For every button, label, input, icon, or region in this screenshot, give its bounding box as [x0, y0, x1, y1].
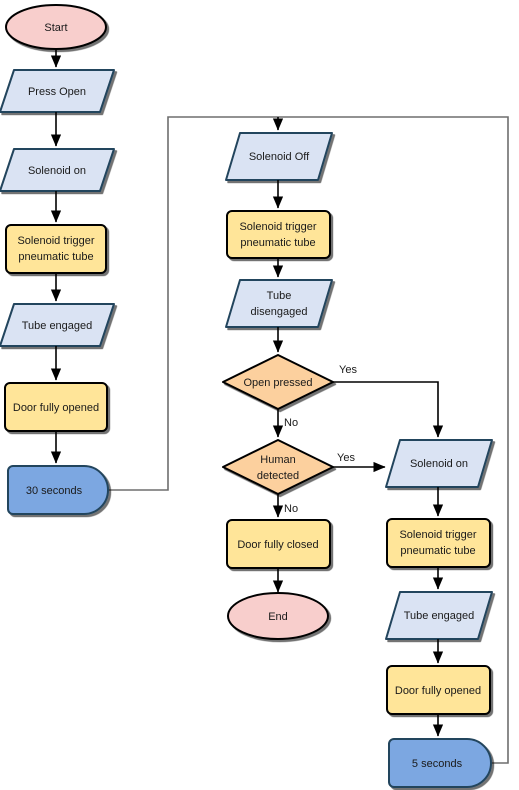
trigger-2-process-shape[interactable]	[226, 210, 331, 259]
node-wait-30-seconds[interactable]: 30 seconds	[7, 465, 109, 515]
node-tube-engaged-1[interactable]: Tube engaged	[0, 303, 115, 347]
node-solenoid-off[interactable]: Solenoid Off	[225, 132, 333, 181]
node-tube-disengaged[interactable]: Tube disengaged	[225, 279, 333, 328]
tube-disengaged-io-shape[interactable]	[225, 279, 333, 328]
node-door-fully-closed[interactable]: Door fully closed	[226, 519, 331, 569]
open-pressed-label: Open pressed	[243, 377, 312, 389]
solenoid-on-2-label: Solenoid on	[410, 458, 468, 470]
tube-disengaged-label-line1: Tube	[267, 290, 292, 302]
trigger-2-label-line1: Solenoid trigger	[239, 221, 316, 233]
trigger-1-label-line1: Solenoid trigger	[17, 235, 94, 247]
wait-30-label: 30 seconds	[26, 485, 83, 497]
node-open-pressed-decision[interactable]: Open pressed	[222, 354, 334, 410]
node-trigger-1[interactable]: Solenoid trigger pneumatic tube	[5, 224, 107, 274]
node-trigger-2[interactable]: Solenoid trigger pneumatic tube	[226, 210, 331, 259]
press-open-label: Press Open	[28, 86, 86, 98]
edge-label-human-detected-no: No	[284, 503, 298, 515]
door-fully-closed-label: Door fully closed	[237, 539, 318, 551]
human-detected-decision-shape[interactable]	[222, 439, 334, 495]
wait-5-label: 5 seconds	[412, 758, 463, 770]
solenoid-on-1-label: Solenoid on	[28, 165, 86, 177]
node-door-fully-opened-1[interactable]: Door fully opened	[4, 382, 108, 432]
node-solenoid-on-2[interactable]: Solenoid on	[385, 439, 493, 488]
edge-label-open-pressed-no: No	[284, 417, 298, 429]
flowchart-svg: Start Press Open Solenoid on Solenoid tr…	[0, 4, 509, 788]
human-detected-label-line2: detected	[257, 470, 299, 482]
trigger-2-label-line2: pneumatic tube	[240, 237, 315, 249]
start-label: Start	[44, 22, 67, 34]
trigger-1-label-line2: pneumatic tube	[18, 251, 93, 263]
door-fully-opened-2-label: Door fully opened	[395, 685, 481, 697]
trigger-3-label-line1: Solenoid trigger	[399, 529, 476, 541]
edge-open-pressed-yes	[333, 381, 444, 438]
node-door-fully-opened-2[interactable]: Door fully opened	[386, 665, 491, 715]
tube-engaged-1-label: Tube engaged	[22, 320, 93, 332]
node-solenoid-on-1[interactable]: Solenoid on	[0, 148, 115, 192]
node-human-detected-decision[interactable]: Human detected	[222, 439, 334, 495]
human-detected-label-line1: Human	[260, 454, 295, 466]
solenoid-off-label: Solenoid Off	[249, 151, 310, 163]
door-fully-opened-1-label: Door fully opened	[13, 402, 99, 414]
edge-label-human-detected-yes: Yes	[337, 452, 355, 464]
end-label: End	[268, 611, 288, 623]
node-trigger-3[interactable]: Solenoid trigger pneumatic tube	[386, 518, 491, 568]
edge-label-open-pressed-yes: Yes	[339, 364, 357, 376]
trigger-3-process-shape[interactable]	[386, 518, 491, 568]
node-tube-engaged-2[interactable]: Tube engaged	[385, 591, 493, 640]
node-start[interactable]: Start	[5, 4, 107, 50]
flowchart-canvas: Start Press Open Solenoid on Solenoid tr…	[0, 0, 519, 790]
node-end[interactable]: End	[227, 592, 329, 640]
node-press-open[interactable]: Press Open	[0, 69, 115, 113]
tube-disengaged-label-line2: disengaged	[251, 306, 308, 318]
trigger-3-label-line2: pneumatic tube	[400, 545, 475, 557]
tube-engaged-2-label: Tube engaged	[404, 610, 475, 622]
node-wait-5-seconds[interactable]: 5 seconds	[388, 738, 492, 788]
trigger-1-process-shape[interactable]	[5, 224, 107, 274]
